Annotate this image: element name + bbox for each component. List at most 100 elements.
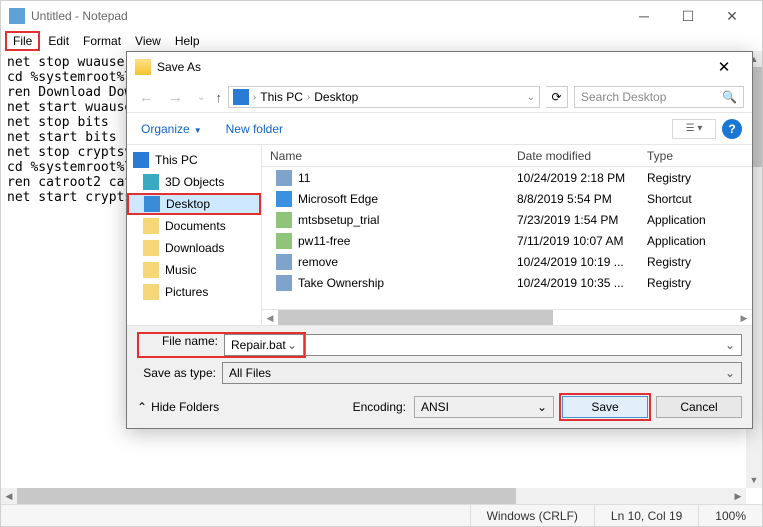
tree-this-pc[interactable]: This PC xyxy=(127,149,261,171)
help-button[interactable]: ? xyxy=(722,119,742,139)
file-type: Registry xyxy=(647,276,752,290)
chevron-right-icon: › xyxy=(307,92,310,103)
tree-documents[interactable]: Documents xyxy=(127,215,261,237)
savetype-select[interactable]: All Files xyxy=(222,362,742,384)
file-icon xyxy=(276,254,292,270)
nav-fwd-icon[interactable]: → xyxy=(164,89,187,106)
file-row[interactable]: Take Ownership 10/24/2019 10:35 ...Regist… xyxy=(262,272,752,293)
scroll-left-icon[interactable]: ◀ xyxy=(1,488,17,504)
file-row[interactable]: 11 10/24/2019 2:18 PMRegistry xyxy=(262,167,752,188)
encoding-label: Encoding: xyxy=(353,400,406,414)
close-button[interactable]: ✕ xyxy=(710,2,754,30)
file-type: Registry xyxy=(647,171,752,185)
dialog-titlebar: Save As ✕ xyxy=(127,52,752,82)
file-icon xyxy=(276,233,292,249)
dialog-close-button[interactable]: ✕ xyxy=(704,58,744,76)
nav-recent-icon[interactable]: ⌄ xyxy=(193,92,209,103)
chevron-down-icon[interactable]: ⌄ xyxy=(527,92,535,103)
file-row[interactable]: mtsbsetup_trial7/23/2019 1:54 PMApplicat… xyxy=(262,209,752,230)
file-name: mtsbsetup_trial xyxy=(298,213,379,227)
menu-view[interactable]: View xyxy=(129,33,167,49)
downloads-icon xyxy=(143,240,159,256)
save-button[interactable]: Save xyxy=(562,396,648,418)
search-icon: 🔍 xyxy=(722,90,737,104)
music-icon xyxy=(143,262,159,278)
file-icon xyxy=(276,191,292,207)
this-pc-icon xyxy=(133,152,149,168)
view-mode-button[interactable]: ☰ ▾ xyxy=(672,119,716,139)
cancel-button[interactable]: Cancel xyxy=(656,396,742,418)
nav-back-icon[interactable]: ← xyxy=(135,89,158,106)
file-name: Take Ownership xyxy=(298,276,384,290)
pictures-icon xyxy=(143,284,159,300)
filename-input[interactable]: Repair.bat xyxy=(224,334,304,356)
tree-downloads[interactable]: Downloads xyxy=(127,237,261,259)
this-pc-icon xyxy=(233,89,249,105)
chevron-down-icon: ▼ xyxy=(190,126,202,135)
organize-button[interactable]: Organize▼ xyxy=(137,119,206,139)
search-input[interactable]: Search Desktop 🔍 xyxy=(574,86,744,108)
chevron-up-icon: ⌃ xyxy=(137,400,147,414)
scroll-down-icon[interactable]: ▼ xyxy=(746,472,762,488)
menu-help[interactable]: Help xyxy=(169,33,206,49)
file-date: 10/24/2019 10:35 ... xyxy=(517,276,647,290)
chevron-right-icon: › xyxy=(253,92,256,103)
file-row[interactable]: pw11-free7/11/2019 10:07 AMApplication xyxy=(262,230,752,251)
cube-icon xyxy=(143,174,159,190)
file-type: Registry xyxy=(647,255,752,269)
status-eol: Windows (CRLF) xyxy=(470,505,594,526)
file-icon xyxy=(276,212,292,228)
tree-desktop[interactable]: Desktop xyxy=(127,193,261,215)
column-headers: Name Date modified Type xyxy=(262,145,752,167)
tree-pictures[interactable]: Pictures xyxy=(127,281,261,303)
file-date: 8/8/2019 5:54 PM xyxy=(517,192,647,206)
file-type: Application xyxy=(647,234,752,248)
refresh-button[interactable]: ⟳ xyxy=(546,86,568,108)
scroll-right-icon[interactable]: ▶ xyxy=(730,488,746,504)
file-hscrollbar[interactable]: ◀ ▶ xyxy=(262,309,752,325)
breadcrumb-folder[interactable]: Desktop xyxy=(314,90,358,104)
folder-icon xyxy=(135,59,151,75)
file-type: Application xyxy=(647,213,752,227)
dialog-navbar: ← → ⌄ ↑ › This PC › Desktop ⌄ ⟳ Search D… xyxy=(127,82,752,112)
search-placeholder: Search Desktop xyxy=(581,90,666,104)
encoding-select[interactable]: ANSI xyxy=(414,396,554,418)
scroll-right-icon[interactable]: ▶ xyxy=(736,310,752,326)
file-row[interactable]: Microsoft Edge 8/8/2019 5:54 PMShortcut xyxy=(262,188,752,209)
file-date: 10/24/2019 10:19 ... xyxy=(517,255,647,269)
hide-folders-button[interactable]: ⌃Hide Folders xyxy=(137,400,219,414)
filename-label: File name: xyxy=(139,334,224,356)
dialog-bottom: ⌃Hide Folders Encoding: ANSI Save Cancel xyxy=(127,388,752,428)
horizontal-scrollbar[interactable]: ◀ ▶ xyxy=(1,488,746,504)
file-type: Shortcut xyxy=(647,192,752,206)
col-date[interactable]: Date modified xyxy=(517,149,647,163)
file-name: Microsoft Edge xyxy=(298,192,378,206)
breadcrumb-pc[interactable]: This PC xyxy=(260,90,303,104)
breadcrumb[interactable]: › This PC › Desktop ⌄ xyxy=(228,86,540,108)
menu-format[interactable]: Format xyxy=(77,33,127,49)
minimize-button[interactable]: ─ xyxy=(622,2,666,30)
dialog-title: Save As xyxy=(157,60,201,74)
maximize-button[interactable]: ☐ xyxy=(666,2,710,30)
col-name[interactable]: Name xyxy=(262,149,517,163)
menu-file[interactable]: File xyxy=(5,31,40,51)
status-zoom: 100% xyxy=(698,505,762,526)
desktop-icon xyxy=(144,196,160,212)
file-name: 11 xyxy=(298,171,310,185)
save-as-dialog: Save As ✕ ← → ⌄ ↑ › This PC › Desktop ⌄ … xyxy=(126,51,753,429)
tree-3d-objects[interactable]: 3D Objects xyxy=(127,171,261,193)
nav-up-icon[interactable]: ↑ xyxy=(215,90,222,105)
scroll-left-icon[interactable]: ◀ xyxy=(262,310,278,326)
file-name: remove xyxy=(298,255,338,269)
filename-input-ext[interactable] xyxy=(305,334,742,356)
file-row[interactable]: remove 10/24/2019 10:19 ...Registry xyxy=(262,251,752,272)
file-name: pw11-free xyxy=(298,234,350,248)
tree-music[interactable]: Music xyxy=(127,259,261,281)
statusbar: Windows (CRLF) Ln 10, Col 19 100% xyxy=(1,504,762,526)
col-type[interactable]: Type xyxy=(647,149,752,163)
notepad-titlebar: Untitled - Notepad ─ ☐ ✕ xyxy=(1,1,762,31)
file-date: 10/24/2019 2:18 PM xyxy=(517,171,647,185)
new-folder-button[interactable]: New folder xyxy=(222,119,287,139)
menu-edit[interactable]: Edit xyxy=(42,33,75,49)
status-caret: Ln 10, Col 19 xyxy=(594,505,698,526)
